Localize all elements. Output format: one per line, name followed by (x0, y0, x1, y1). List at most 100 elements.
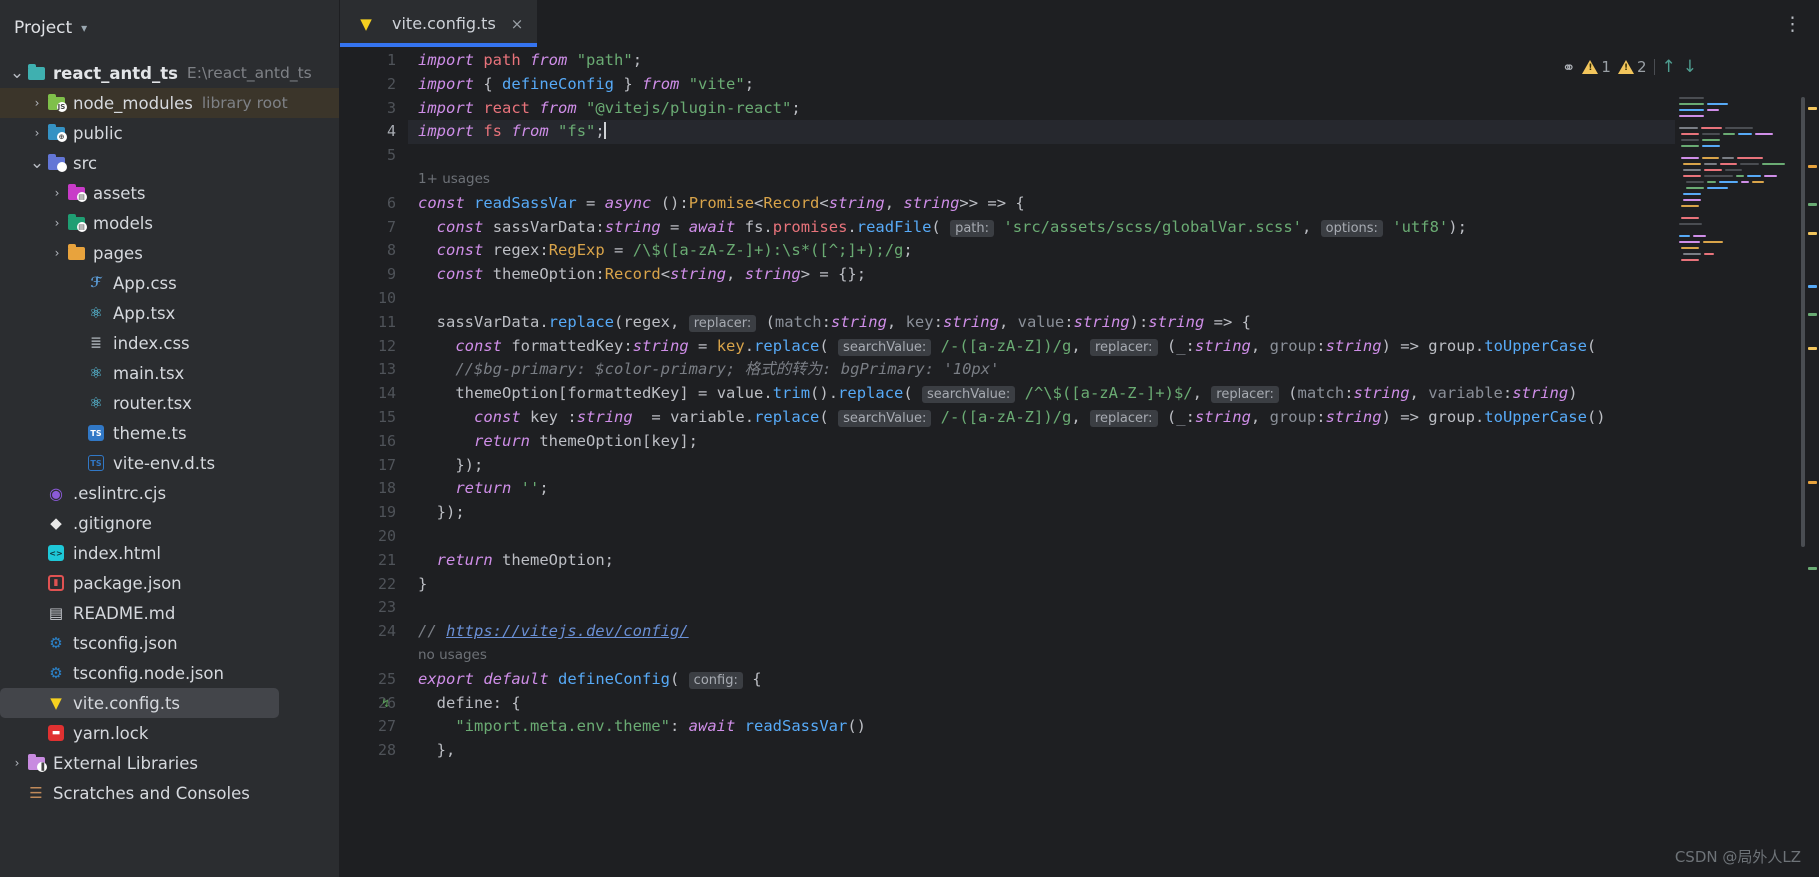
error-stripe-mark[interactable] (1808, 165, 1817, 168)
project-file-tree[interactable]: ⌄ react_antd_ts E:\react_antd_ts › JS node_mo… (0, 56, 339, 808)
line-number[interactable]: 23 (340, 596, 408, 620)
tree-item-vite-env-d-ts[interactable]: TS vite-env.d.ts (0, 448, 339, 478)
code-line[interactable]: }); (408, 454, 1819, 478)
code-line[interactable]: return themeOption; (408, 549, 1819, 573)
code-line[interactable] (408, 596, 1819, 620)
tree-item-src[interactable]: ⌄ src (0, 148, 339, 178)
tree-item-index-html[interactable]: <> index.html (0, 538, 339, 568)
tree-item-node-modules[interactable]: › JS node_modules library root (0, 88, 339, 118)
inspections-widget[interactable]: ⚭ 1 2 ↑ ↓ (1562, 57, 1697, 77)
tree-item-readme-md[interactable]: ▤ README.md (0, 598, 339, 628)
chevron-right-icon[interactable]: › (48, 217, 66, 229)
tree-item-router-tsx[interactable]: ⚛ router.tsx (0, 388, 339, 418)
tree-item-main-tsx[interactable]: ⚛ main.tsx (0, 358, 339, 388)
code-line[interactable]: return ''; (408, 477, 1819, 501)
warning-group-1[interactable]: 1 (1582, 58, 1611, 76)
code-line[interactable] (408, 144, 1819, 168)
code-line[interactable]: const key :string = variable.replace( se… (408, 406, 1819, 430)
line-number[interactable]: 3 (340, 97, 408, 121)
tree-item-vite-config-ts[interactable]: ▼ vite.config.ts (0, 688, 279, 718)
chevron-right-icon[interactable]: › (28, 97, 46, 109)
chevron-right-icon[interactable]: › (48, 247, 66, 259)
more-vertical-icon[interactable]: ⋮ (1767, 0, 1819, 47)
code-line[interactable]: const readSassVar = async ():Promise<Rec… (408, 192, 1819, 216)
tree-item-package-json[interactable]: ▮ package.json (0, 568, 339, 598)
code-line[interactable]: // https://vitejs.dev/config/ (408, 620, 1819, 644)
line-number[interactable]: 26 ↯ (340, 692, 408, 716)
code-line[interactable]: }); (408, 501, 1819, 525)
code-minimap[interactable] (1675, 47, 1803, 877)
code-line[interactable] (408, 287, 1819, 311)
line-number[interactable]: 14 (340, 382, 408, 406)
line-number[interactable]: 20 (340, 525, 408, 549)
code-line[interactable]: import react from "@vitejs/plugin-react"… (408, 97, 1819, 121)
run-gutter-icon[interactable]: ↯ (382, 692, 389, 716)
line-number[interactable]: 9 (340, 263, 408, 287)
line-number[interactable]: 24 (340, 620, 408, 644)
code-line[interactable]: const formattedKey:string = key.replace(… (408, 335, 1819, 359)
tree-item-app-css[interactable]: ℱ App.css (0, 268, 339, 298)
error-stripe-mark[interactable] (1808, 481, 1817, 484)
code-line[interactable]: const sassVarData:string = await fs.prom… (408, 216, 1819, 240)
warning-group-2[interactable]: 2 (1617, 58, 1647, 76)
tree-item-external-libraries[interactable]: › ▐ External Libraries (0, 748, 339, 778)
line-number[interactable]: 11 (340, 311, 408, 335)
error-stripe-mark[interactable] (1808, 313, 1817, 316)
usage-hint[interactable]: no usages (408, 644, 1819, 668)
code-line[interactable]: export default defineConfig( config: { (408, 668, 1819, 692)
tree-item-scratches-and-consoles[interactable]: ☰ Scratches and Consoles (0, 778, 339, 808)
error-stripe-mark[interactable] (1808, 347, 1817, 350)
line-number[interactable]: 15 (340, 406, 408, 430)
tree-item-react-antd-ts[interactable]: ⌄ react_antd_ts E:\react_antd_ts (0, 58, 339, 88)
tree-item-yarn-lock[interactable]: ▬ yarn.lock (0, 718, 339, 748)
line-number[interactable]: 18 (340, 477, 408, 501)
tree-item-index-css[interactable]: ≣ index.css (0, 328, 339, 358)
error-stripe-mark[interactable] (1808, 232, 1817, 235)
line-number[interactable]: 10 (340, 287, 408, 311)
tab-vite-config-ts[interactable]: ▼ vite.config.ts × (340, 0, 538, 47)
line-number[interactable]: 4 (340, 120, 408, 144)
chevron-right-icon[interactable]: › (28, 127, 46, 139)
error-stripe-mark[interactable] (1808, 567, 1817, 570)
line-number[interactable]: 6 (340, 192, 408, 216)
chevron-down-icon[interactable]: ⌄ (8, 64, 26, 81)
code-line[interactable]: "import.meta.env.theme": await readSassV… (408, 715, 1819, 739)
url-link[interactable]: https://vitejs.dev/config/ (446, 622, 689, 640)
line-number[interactable]: 1 (340, 49, 408, 73)
line-number[interactable]: 25 (340, 668, 408, 692)
error-stripe-mark[interactable] (1808, 285, 1817, 288)
tree-item-tsconfig-node-json[interactable]: ⚙ tsconfig.node.json (0, 658, 339, 688)
code-line[interactable]: }, (408, 739, 1819, 763)
tree-item-pages[interactable]: › pages (0, 238, 339, 268)
line-number[interactable]: 21 (340, 549, 408, 573)
line-number[interactable]: 28 (340, 739, 408, 763)
code-editor-area[interactable]: 12345 6 7 8 9 10 11 12 13 14 15 16 17 18 19 20 21 22 23 24… (340, 47, 1819, 877)
code-line[interactable]: const themeOption:Record<string, string>… (408, 263, 1819, 287)
line-number[interactable]: 13 (340, 358, 408, 382)
line-number[interactable]: 16 (340, 430, 408, 454)
line-number[interactable]: 5 (340, 144, 408, 168)
tree-item-models[interactable]: › ▤ models (0, 208, 339, 238)
line-number[interactable]: 17 (340, 454, 408, 478)
code-line[interactable]: themeOption[formattedKey] = value.trim()… (408, 382, 1819, 406)
tree-item-assets[interactable]: › ▤ assets (0, 178, 339, 208)
error-stripe-mark[interactable] (1808, 203, 1817, 206)
close-icon[interactable]: × (511, 15, 524, 33)
tree-item--gitignore[interactable]: ◆ .gitignore (0, 508, 339, 538)
line-number[interactable]: 27 (340, 715, 408, 739)
code-line[interactable]: //$bg-primary: $color-primary; 格式的转为: bg… (408, 358, 1819, 382)
tree-item-public[interactable]: › ⊕ public (0, 118, 339, 148)
code-line[interactable]: return themeOption[key]; (408, 430, 1819, 454)
code-line[interactable]: sassVarData.replace(regex, replacer: (ma… (408, 311, 1819, 335)
chevron-down-icon[interactable]: ▾ (81, 21, 87, 35)
code-line[interactable]: const regex:RegExp = /\$([a-zA-Z-]+):\s*… (408, 239, 1819, 263)
chevron-down-icon[interactable]: ⌄ (28, 154, 46, 171)
arrow-up-icon[interactable]: ↑ (1662, 57, 1676, 77)
line-number-gutter[interactable]: 12345 6 7 8 9 10 11 12 13 14 15 16 17 18 19 20 21 22 23 24… (340, 47, 408, 877)
code-line[interactable]: } (408, 573, 1819, 597)
line-number[interactable]: 2 (340, 73, 408, 97)
line-number[interactable]: 22 (340, 573, 408, 597)
source-code[interactable]: import path from "path"; import { defineC… (408, 47, 1819, 877)
eye-off-icon[interactable]: ⚭ (1562, 58, 1575, 77)
line-number[interactable]: 7 (340, 216, 408, 240)
